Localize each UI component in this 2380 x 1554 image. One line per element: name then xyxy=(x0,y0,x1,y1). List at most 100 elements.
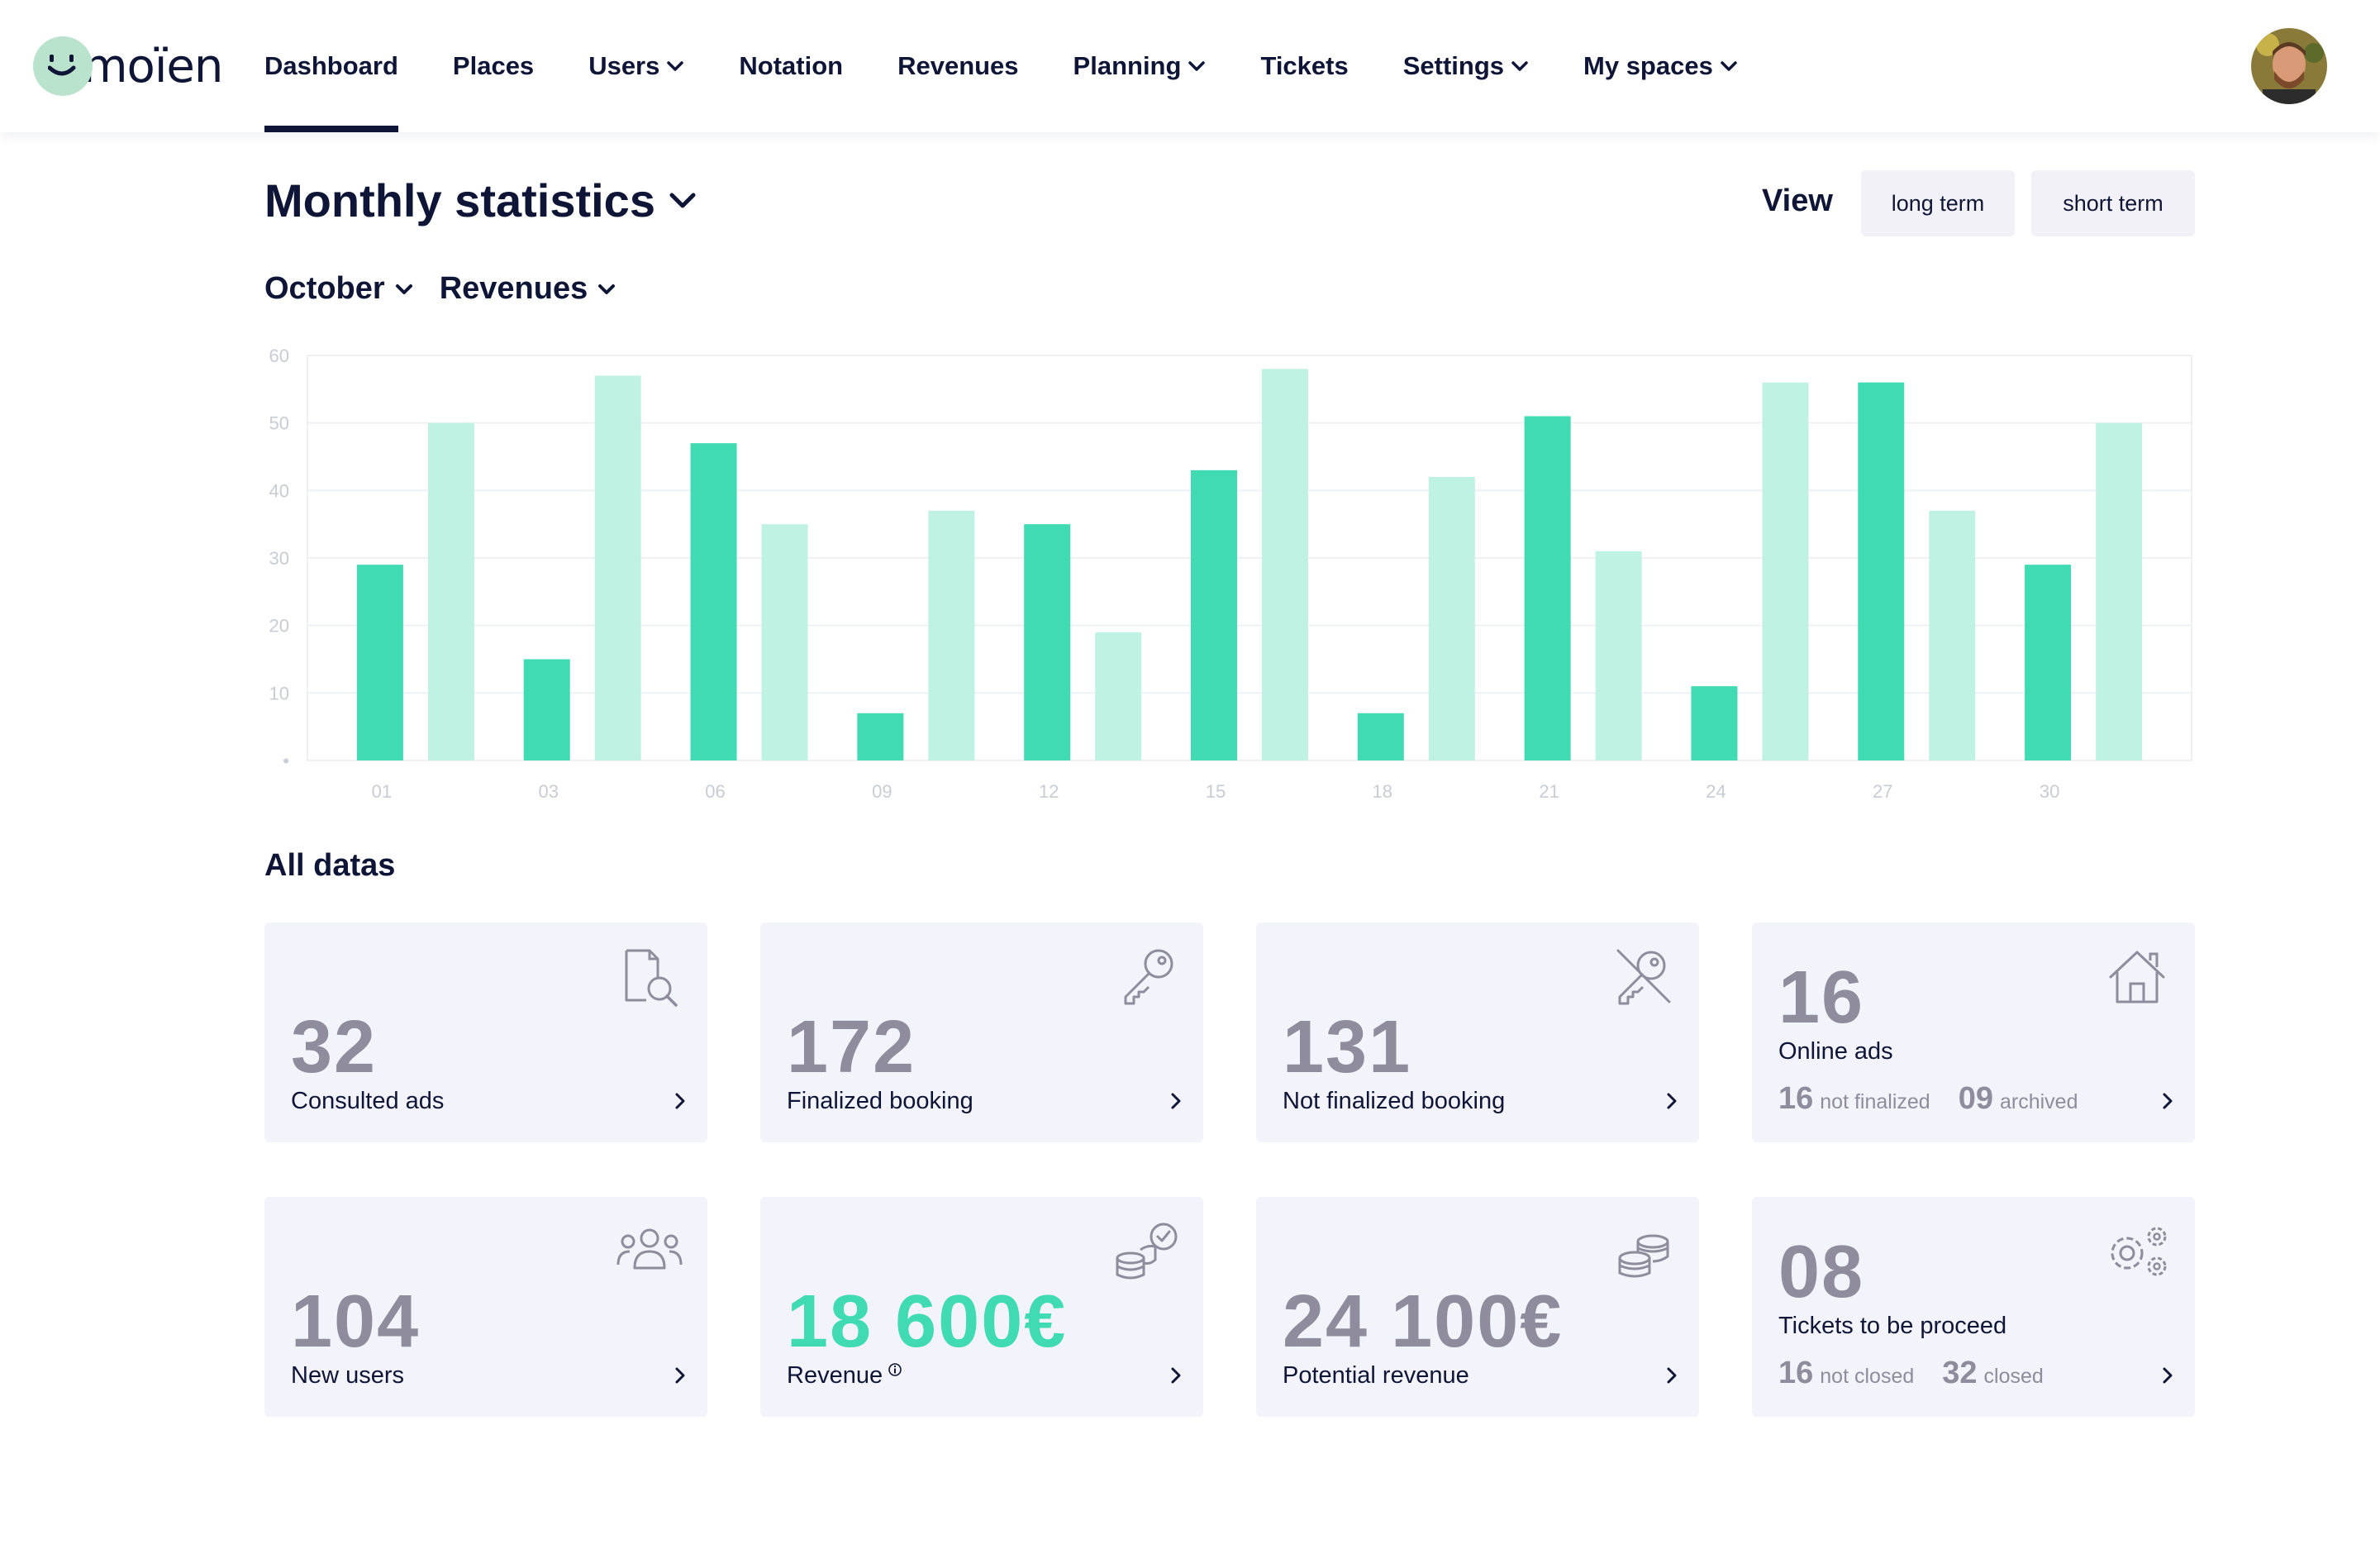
chevron-down-icon xyxy=(669,193,696,207)
sub-label: not finalized xyxy=(1820,1090,1930,1113)
stat-card-potential-revenue[interactable]: 24 100€ Potential revenue xyxy=(1256,1197,1699,1417)
gears-icon xyxy=(2111,1227,2167,1276)
chart-x-tick-label: 01 xyxy=(372,781,392,802)
logo-smile-icon xyxy=(33,36,93,96)
chart-x-tick-label: 15 xyxy=(1206,781,1226,802)
chart-bar xyxy=(2096,422,2143,760)
stat-card-consulted-ads[interactable]: 32 Consulted ads xyxy=(264,922,707,1142)
coins-icon xyxy=(1618,1234,1669,1278)
chart-bar xyxy=(594,375,641,760)
coins-check-icon xyxy=(1116,1223,1178,1280)
stat-value: 16 xyxy=(1778,956,1865,1039)
nav-item-label: Tickets xyxy=(1260,51,1349,80)
chart-y-tick-label: 10 xyxy=(269,683,289,703)
stat-card-finalized-booking[interactable]: 172 Finalized booking xyxy=(760,922,1203,1142)
chart-bar xyxy=(1357,713,1404,760)
nav-item-label: Planning xyxy=(1073,51,1182,80)
page-title-text: Monthly statistics xyxy=(264,174,655,226)
sub-label: not closed xyxy=(1820,1365,1915,1388)
chart-bar xyxy=(1262,369,1308,760)
chart-bar xyxy=(1024,524,1071,760)
chart-bar xyxy=(1191,470,1237,760)
chart-bar xyxy=(928,510,975,760)
chart-y-tick-label: 20 xyxy=(269,616,289,636)
page-title[interactable]: Monthly statistics xyxy=(264,174,697,227)
short-term-button[interactable]: short term xyxy=(2031,170,2195,236)
month-dropdown-value: October xyxy=(264,271,385,306)
month-dropdown[interactable]: October xyxy=(264,271,413,307)
main-nav: Dashboard Places Users Notation Revenues… xyxy=(264,0,1792,132)
chevron-right-icon xyxy=(675,1367,685,1384)
stat-value: 172 xyxy=(787,1006,916,1089)
key-off-icon xyxy=(1616,949,1671,1005)
chart-bar xyxy=(1929,510,1976,760)
stat-label: Not finalized booking xyxy=(1283,1088,1506,1114)
chevron-right-icon xyxy=(1667,1093,1677,1109)
sub-label: archived xyxy=(2000,1090,2078,1113)
chart-bar xyxy=(761,524,808,760)
chart-x-tick-label: 06 xyxy=(705,781,725,802)
chart-filters: October Revenues xyxy=(264,271,642,307)
chart-y-tick-label: 50 xyxy=(269,413,289,434)
chart-bar xyxy=(356,565,403,760)
chart-y-tick-label: 30 xyxy=(269,548,289,569)
chart-bar xyxy=(1762,382,1809,760)
chevron-down-icon xyxy=(1721,61,1737,71)
stat-card-revenue[interactable]: 18 600€ Revenue xyxy=(760,1197,1203,1417)
chart-x-tick-label: 03 xyxy=(538,781,558,802)
nav-item-users[interactable]: Users xyxy=(588,0,684,132)
chevron-down-icon xyxy=(1188,61,1206,71)
logo-text: moïen xyxy=(83,39,223,93)
chart-bar xyxy=(1524,416,1571,760)
stat-value: 24 100€ xyxy=(1283,1280,1564,1363)
chart-bar xyxy=(523,659,570,760)
chevron-down-icon xyxy=(1511,61,1528,71)
stat-value: 08 xyxy=(1778,1231,1865,1313)
chart-bar xyxy=(2025,565,2072,760)
nav-item-dashboard[interactable]: Dashboard xyxy=(264,0,398,132)
nav-item-label: Revenues xyxy=(897,51,1019,80)
chart-y-tick-label: 60 xyxy=(269,346,289,366)
stat-label: Tickets to be proceed xyxy=(1778,1313,2007,1339)
metric-dropdown[interactable]: Revenues xyxy=(440,271,616,307)
chart-y-tick-label: • xyxy=(283,751,289,771)
nav-item-label: Users xyxy=(588,51,660,80)
nav-item-revenues[interactable]: Revenues xyxy=(897,0,1018,132)
nav-item-tickets[interactable]: Tickets xyxy=(1260,0,1348,132)
info-icon[interactable] xyxy=(888,1362,902,1377)
stat-label: Finalized booking xyxy=(787,1088,973,1114)
nav-item-planning[interactable]: Planning xyxy=(1073,0,1207,132)
chart-bar xyxy=(690,443,737,760)
app-logo[interactable]: moïen xyxy=(33,36,223,96)
chart-bar xyxy=(1691,686,1738,760)
nav-item-notation[interactable]: Notation xyxy=(739,0,843,132)
chart-bar xyxy=(857,713,904,760)
long-term-button[interactable]: long term xyxy=(1861,170,2015,236)
nav-item-label: Places xyxy=(452,51,535,80)
metric-dropdown-value: Revenues xyxy=(439,271,588,306)
stat-breakdown: 16 not closed 32 closed xyxy=(1778,1356,2044,1391)
chart-x-tick-label: 27 xyxy=(1873,781,1892,802)
stat-card-new-users[interactable]: 104 New users xyxy=(264,1197,707,1417)
chart-bar xyxy=(1858,382,1905,760)
chart-x-tick-label: 12 xyxy=(1039,781,1059,802)
nav-item-settings[interactable]: Settings xyxy=(1403,0,1529,132)
stat-value: 131 xyxy=(1283,1006,1412,1089)
chevron-right-icon xyxy=(1667,1367,1677,1384)
stat-card-online-ads[interactable]: 16 Online ads 16 not finalized 09 archiv… xyxy=(1752,922,2195,1142)
stat-card-tickets[interactable]: 08 Tickets to be proceed 16 not closed 3… xyxy=(1752,1197,2195,1417)
sub-value: 09 xyxy=(1958,1081,1993,1116)
chevron-down-icon xyxy=(598,284,616,294)
nav-item-places[interactable]: Places xyxy=(453,0,534,132)
stat-label-revenue: Revenue xyxy=(787,1362,902,1390)
stat-label: Online ads xyxy=(1778,1038,1893,1065)
chart-x-tick-label: 09 xyxy=(872,781,892,802)
all-datas-title: All datas xyxy=(264,848,396,883)
stat-breakdown: 16 not finalized 09 archived xyxy=(1778,1081,2078,1117)
nav-item-label: Notation xyxy=(739,51,844,80)
chevron-down-icon xyxy=(667,61,684,71)
nav-item-my-spaces[interactable]: My spaces xyxy=(1583,0,1738,132)
user-avatar[interactable] xyxy=(2251,28,2327,104)
stat-card-not-finalized-booking[interactable]: 131 Not finalized booking xyxy=(1256,922,1699,1142)
chart-x-tick-label: 21 xyxy=(1539,781,1559,802)
